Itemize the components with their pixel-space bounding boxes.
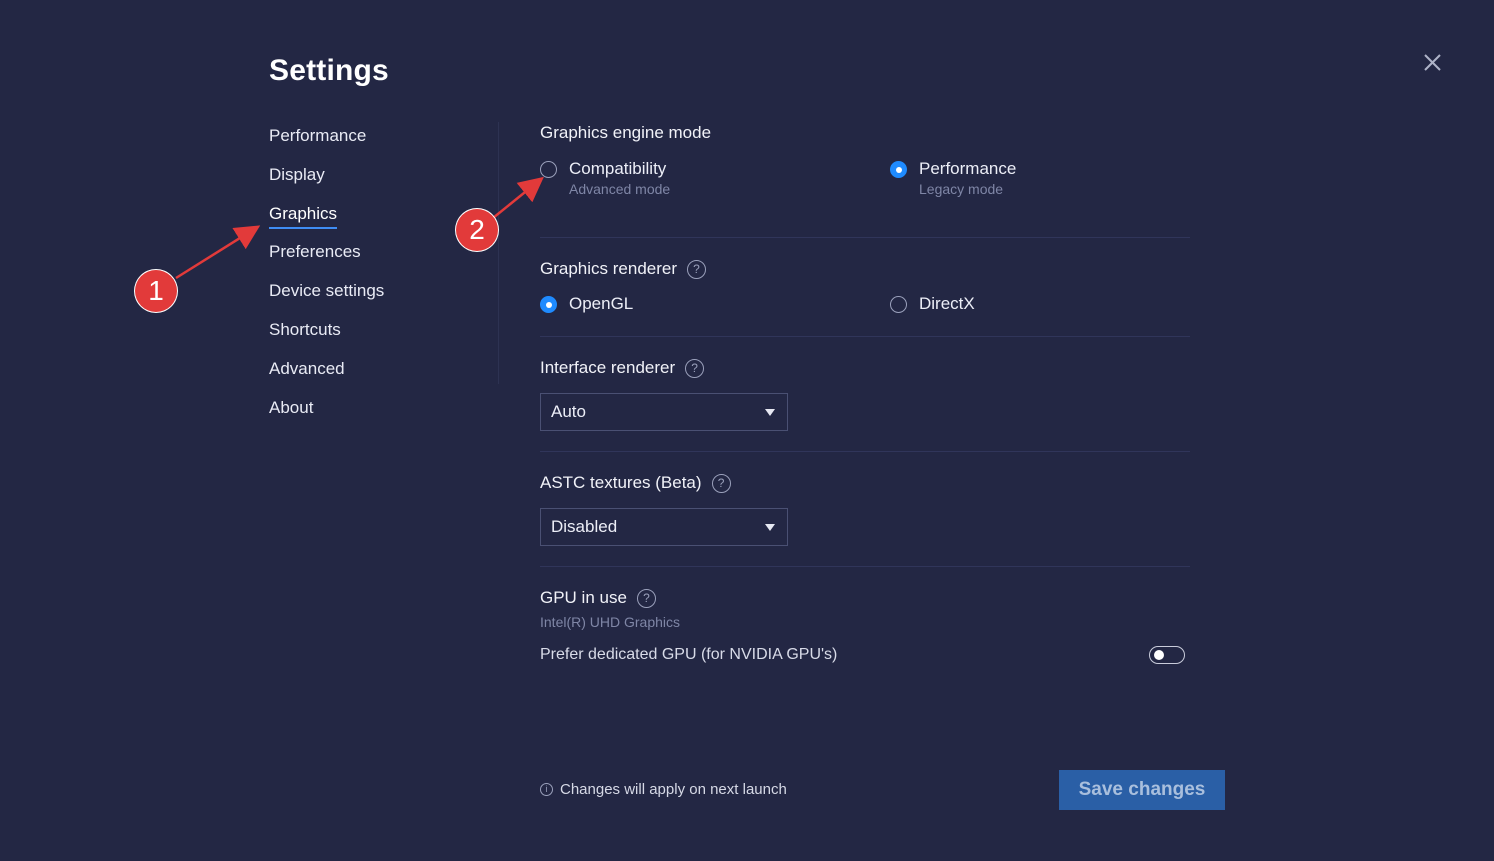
- nav-item-preferences[interactable]: Preferences: [269, 242, 384, 281]
- nav-item-label: Display: [269, 164, 325, 184]
- section-divider: [540, 451, 1190, 452]
- radio-circle-selected: [890, 161, 907, 178]
- nav-item-label: About: [269, 397, 314, 417]
- radio-circle: [890, 296, 907, 313]
- help-icon[interactable]: ?: [687, 259, 707, 279]
- interface-renderer-label: Interface renderer ?: [540, 357, 1190, 379]
- astc-textures-select[interactable]: Disabled: [540, 508, 788, 546]
- radio-circle: [540, 161, 557, 178]
- radio-compatibility[interactable]: Compatibility Advanced mode: [540, 159, 670, 197]
- annotation-badge-2: 2: [456, 209, 498, 251]
- nav-divider: [498, 122, 499, 384]
- nav-item-display[interactable]: Display: [269, 165, 384, 204]
- radio-performance-label: Performance: [919, 159, 1017, 178]
- graphics-engine-label-text: Graphics engine mode: [540, 123, 712, 142]
- prefer-dedicated-gpu-toggle[interactable]: [1149, 646, 1185, 664]
- help-icon[interactable]: ?: [636, 588, 656, 608]
- section-divider: [540, 237, 1190, 238]
- save-changes-button[interactable]: Save changes: [1059, 770, 1225, 810]
- astc-textures-label-text: ASTC textures (Beta): [540, 473, 702, 492]
- gpu-name: Intel(R) UHD Graphics: [540, 614, 681, 630]
- graphics-renderer-options: OpenGL DirectX: [540, 294, 1190, 334]
- prefer-dedicated-gpu-row: Prefer dedicated GPU (for NVIDIA GPU's): [540, 646, 1185, 664]
- nav-item-label: Device settings: [269, 281, 385, 301]
- radio-directx-label: DirectX: [919, 294, 975, 313]
- graphics-engine-label: Graphics engine mode: [540, 120, 1190, 146]
- nav-item-label: Shortcuts: [269, 319, 341, 339]
- radio-opengl-label: OpenGL: [569, 294, 634, 313]
- annotation-arrow-1: [175, 225, 261, 280]
- close-icon: [1424, 54, 1441, 71]
- radio-opengl[interactable]: OpenGL: [540, 294, 633, 314]
- graphics-settings-panel: Graphics engine mode Compatibility Advan…: [540, 120, 1190, 664]
- radio-compatibility-label: Compatibility: [569, 159, 667, 178]
- prefer-dedicated-gpu-label: Prefer dedicated GPU (for NVIDIA GPU's): [540, 646, 838, 663]
- nav-item-about[interactable]: About: [269, 398, 384, 437]
- nav-item-device-settings[interactable]: Device settings: [269, 281, 384, 320]
- interface-renderer-value: Auto: [551, 402, 586, 421]
- radio-compatibility-sublabel: Advanced mode: [569, 181, 671, 197]
- nav-item-label: Performance: [269, 126, 367, 145]
- section-divider: [540, 566, 1190, 567]
- annotation-arrow-2: [492, 176, 544, 219]
- graphics-renderer-label: Graphics renderer ?: [540, 258, 1190, 280]
- caret-down-icon: [765, 523, 775, 531]
- section-divider: [540, 336, 1190, 337]
- nav-item-label: Advanced: [269, 358, 345, 378]
- astc-textures-value: Disabled: [551, 517, 618, 536]
- radio-performance-sublabel: Legacy mode: [919, 181, 1004, 197]
- radio-directx[interactable]: DirectX: [890, 294, 975, 314]
- astc-textures-label: ASTC textures (Beta) ?: [540, 472, 1190, 494]
- nav-item-advanced[interactable]: Advanced: [269, 359, 384, 398]
- interface-renderer-select[interactable]: Auto: [540, 393, 788, 431]
- help-icon[interactable]: ?: [685, 358, 705, 378]
- nav-item-performance[interactable]: Performance: [269, 126, 384, 165]
- nav-item-label: Preferences: [269, 242, 361, 262]
- gpu-in-use-label: GPU in use ?: [540, 587, 1190, 609]
- info-icon: i: [540, 783, 553, 796]
- footer-note-text: Changes will apply on next launch: [560, 781, 787, 798]
- annotation-badge-1: 1: [135, 270, 177, 312]
- graphics-engine-options: Compatibility Advanced mode Performance …: [540, 159, 1190, 231]
- radio-performance[interactable]: Performance Legacy mode: [890, 159, 1016, 197]
- close-button[interactable]: [1418, 48, 1448, 78]
- page-title: Settings: [269, 54, 389, 87]
- footer-note: i Changes will apply on next launch: [540, 781, 787, 798]
- nav-item-graphics[interactable]: Graphics: [269, 204, 384, 243]
- radio-circle-selected: [540, 296, 557, 313]
- settings-nav: Performance Display Graphics Preferences…: [269, 126, 384, 436]
- graphics-renderer-label-text: Graphics renderer: [540, 259, 678, 278]
- help-icon[interactable]: ?: [711, 473, 731, 493]
- gpu-in-use-label-text: GPU in use: [540, 588, 627, 607]
- nav-item-label: Graphics: [269, 204, 338, 229]
- interface-renderer-label-text: Interface renderer: [540, 358, 676, 377]
- nav-item-shortcuts[interactable]: Shortcuts: [269, 320, 384, 359]
- caret-down-icon: [765, 408, 775, 416]
